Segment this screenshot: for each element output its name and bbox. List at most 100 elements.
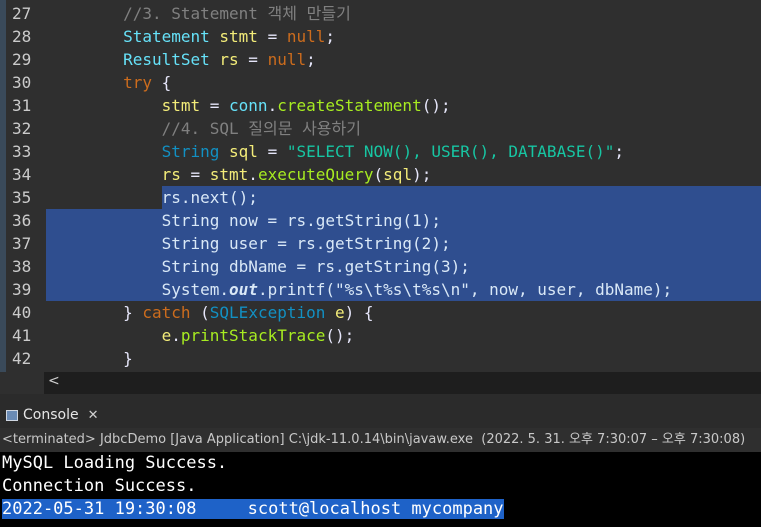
- code-line[interactable]: System.out.printf("%s\t%s\t%s\n", now, u…: [46, 278, 673, 301]
- line-number: 39: [12, 280, 32, 299]
- code-token: String: [161, 142, 220, 161]
- code-token: //3. Statement 객체 만들기: [46, 4, 351, 23]
- code-token: null: [267, 50, 307, 69]
- code-token: stmt: [161, 96, 201, 115]
- line-number: 32: [12, 119, 32, 138]
- code-token: out: [229, 280, 258, 299]
- code-token: ;: [306, 50, 316, 69]
- console-output-text: 2022-05-31 19:30:08 scott@localhost myco…: [2, 499, 504, 519]
- code-token: SQLException: [209, 303, 326, 322]
- tab-console-label: Console: [23, 407, 79, 423]
- line-number: 35: [12, 188, 32, 207]
- ruler-corner: [0, 372, 44, 394]
- code-line[interactable]: stmt = conn.createStatement();: [46, 94, 451, 117]
- code-line[interactable]: String sql = "SELECT NOW(), USER(), DATA…: [46, 140, 624, 163]
- line-number: 34: [12, 165, 32, 184]
- code-line[interactable]: rs = stmt.executeQuery(sql);: [46, 163, 432, 186]
- code-line[interactable]: //4. SQL 질의문 사용하기: [46, 117, 361, 140]
- code-token: .: [267, 96, 278, 115]
- code-token: Statement: [123, 27, 210, 46]
- code-token: String dbName = rs.getString(3);: [161, 257, 470, 276]
- line-number: 41: [12, 326, 32, 345]
- code-token: createStatement: [277, 96, 422, 115]
- close-icon[interactable]: ✕: [88, 408, 99, 423]
- code-line[interactable]: try {: [46, 71, 171, 94]
- code-line[interactable]: e.printStackTrace();: [46, 324, 355, 347]
- code-token: ();: [421, 96, 451, 115]
- code-token: =: [238, 50, 268, 69]
- code-token: }: [123, 349, 133, 368]
- code-token: conn: [229, 96, 268, 115]
- code-token: rs: [219, 50, 239, 69]
- line-number: 28: [12, 27, 32, 46]
- code-token: //4. SQL 질의문 사용하기: [46, 119, 361, 138]
- code-token: "SELECT NOW(), USER(), DATABASE()": [286, 142, 615, 161]
- code-token: rs: [161, 165, 181, 184]
- code-token: .printf("%s\t%s\t%s\n", now, user, dbNam…: [257, 280, 673, 299]
- scroll-left-icon[interactable]: <: [48, 373, 60, 389]
- code-token: e: [335, 303, 345, 322]
- code-token: stmt: [209, 165, 249, 184]
- code-token: ResultSet: [123, 50, 210, 69]
- code-token: System.: [161, 280, 230, 299]
- line-number: 38: [12, 257, 32, 276]
- console-view-header: Console ✕: [0, 394, 761, 428]
- console-status-line: <terminated> JdbcDemo [Java Application]…: [0, 428, 761, 452]
- console-icon: [6, 409, 18, 421]
- code-token: ;: [614, 142, 624, 161]
- code-token: try: [123, 73, 152, 92]
- line-number: 31: [12, 96, 32, 115]
- code-token: {: [151, 73, 172, 92]
- code-token: }: [123, 303, 133, 322]
- horizontal-scrollbar[interactable]: <: [44, 372, 761, 394]
- code-token: .: [171, 326, 181, 345]
- code-line[interactable]: String dbName = rs.getString(3);: [46, 255, 470, 278]
- console-output-line[interactable]: Connection Success.: [2, 475, 196, 498]
- console-output-line[interactable]: 2022-05-31 19:30:08 scott@localhost myco…: [2, 498, 504, 521]
- code-line[interactable]: Statement stmt = null;: [46, 25, 335, 48]
- code-line[interactable]: }: [46, 347, 133, 370]
- code-token: ) {: [344, 303, 374, 322]
- code-token: ;: [325, 27, 336, 46]
- code-token: =: [257, 142, 287, 161]
- line-number-ruler: 27 28 29 30 31 32 33 34 35 36 37 38 39 40 41 42: [6, 0, 44, 372]
- line-number: 42: [12, 349, 32, 368]
- code-token: executeQuery: [257, 165, 374, 184]
- tab-console[interactable]: Console ✕: [0, 402, 105, 428]
- code-line[interactable]: ResultSet rs = null;: [46, 48, 316, 71]
- code-line[interactable]: //3. Statement 객체 만들기: [46, 2, 351, 25]
- code-token: sql: [229, 142, 258, 161]
- console-output-line[interactable]: MySQL Loading Success.: [2, 452, 227, 475]
- code-line[interactable]: } catch (SQLException e) {: [46, 301, 374, 324]
- code-token: rs.next();: [161, 188, 258, 207]
- line-number: 40: [12, 303, 32, 322]
- code-line[interactable]: rs.next();: [46, 186, 258, 209]
- code-line[interactable]: String now = rs.getString(1);: [46, 209, 441, 232]
- code-editor[interactable]: 27 28 29 30 31 32 33 34 35 36 37 38 39 40 41 42 //3. St…: [0, 0, 761, 372]
- code-line[interactable]: String user = rs.getString(2);: [46, 232, 451, 255]
- code-token: =: [257, 27, 287, 46]
- code-token: e: [161, 326, 172, 345]
- line-number: 30: [12, 73, 32, 92]
- line-number: 37: [12, 234, 32, 253]
- console-output[interactable]: MySQL Loading Success. Connection Success…: [0, 452, 761, 527]
- line-number: 29: [12, 50, 32, 69]
- code-token: stmt: [219, 27, 258, 46]
- code-token: (: [373, 165, 384, 184]
- code-token: null: [286, 27, 326, 46]
- code-token: String now = rs.getString(1);: [161, 211, 441, 230]
- line-number: 33: [12, 142, 32, 161]
